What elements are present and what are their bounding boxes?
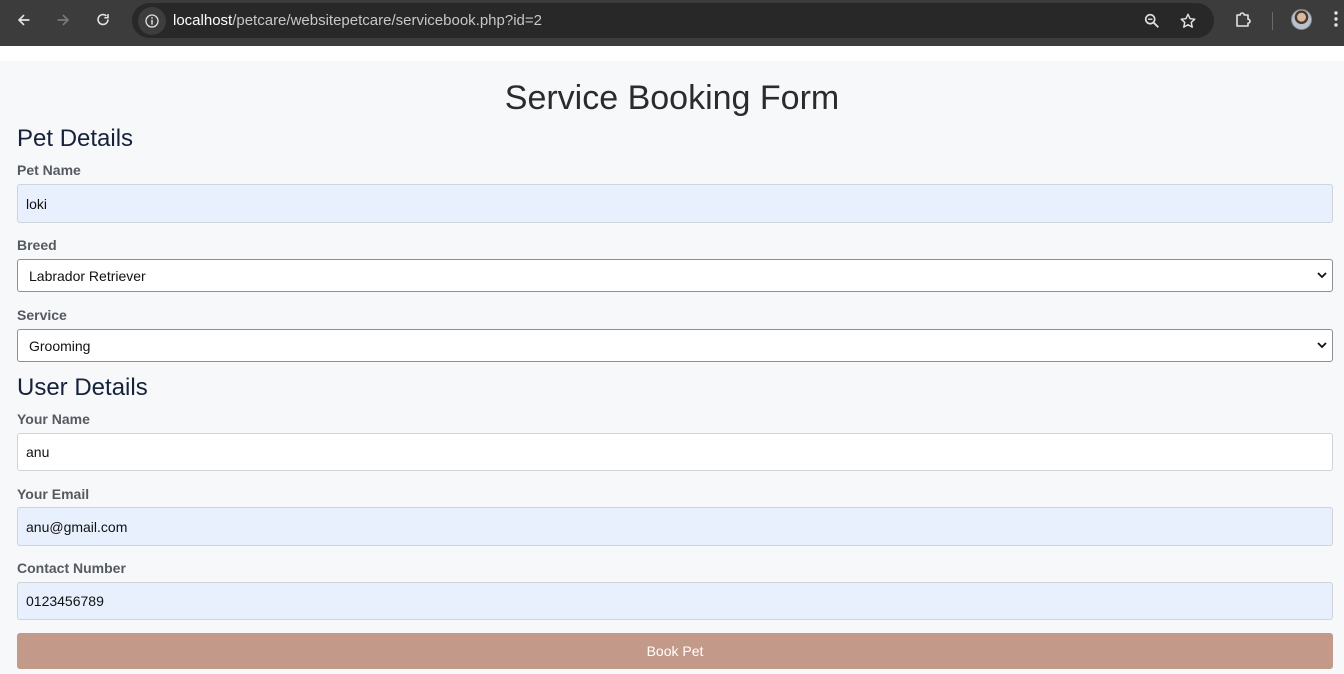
- profile-avatar[interactable]: [1291, 9, 1312, 30]
- breed-selected-value: Labrador Retriever: [29, 267, 146, 284]
- reload-button[interactable]: [88, 5, 118, 35]
- service-select[interactable]: Grooming: [17, 329, 1333, 362]
- site-info-icon: [145, 14, 159, 28]
- page-top-gap: [0, 46, 1344, 61]
- booking-page: Service Booking Form Pet Details Pet Nam…: [0, 61, 1344, 674]
- url-host: localhost: [173, 12, 233, 29]
- service-selected-value: Grooming: [29, 337, 91, 354]
- url-text[interactable]: localhost/petcare/websitepetcare/service…: [173, 12, 542, 29]
- forward-icon: [57, 14, 70, 26]
- pet-name-value: loki: [26, 195, 48, 212]
- chevron-down-icon: [1317, 272, 1327, 279]
- your-email-input[interactable]: anu@gmail.com: [17, 507, 1333, 546]
- chevron-down-icon: [1317, 342, 1327, 349]
- menu-icon: [1334, 11, 1338, 27]
- zoom-icon: [1144, 13, 1159, 28]
- url-path: /petcare/websitepetcare/servicebook.php?…: [232, 12, 542, 29]
- page-title: Service Booking Form: [504, 79, 840, 117]
- bookmark-star-icon: [1180, 13, 1196, 28]
- forward-button[interactable]: [48, 5, 78, 35]
- back-button[interactable]: [9, 5, 39, 35]
- your-name-value: anu: [26, 444, 50, 460]
- contact-number-value: 0123456789: [26, 593, 104, 609]
- extensions-button[interactable]: [1232, 8, 1254, 30]
- your-email-value: anu@gmail.com: [26, 518, 128, 535]
- your-name-label: Your Name: [17, 411, 90, 427]
- book-pet-button[interactable]: Book Pet: [17, 633, 1333, 669]
- menu-button[interactable]: [1330, 8, 1342, 30]
- back-icon: [17, 14, 30, 26]
- your-email-label: Your Email: [17, 486, 90, 502]
- breed-label: Breed: [17, 237, 57, 253]
- your-name-input[interactable]: anu: [17, 433, 1333, 471]
- zoom-button[interactable]: [1142, 11, 1162, 31]
- reload-icon: [97, 13, 109, 26]
- pet-name-label: Pet Name: [17, 162, 81, 178]
- service-label: Service: [17, 307, 67, 323]
- site-info-button[interactable]: [138, 7, 166, 35]
- pet-details-heading: Pet Details: [17, 125, 134, 152]
- extensions-icon: [1236, 12, 1251, 27]
- toolbar-divider: [1272, 12, 1273, 30]
- address-bar[interactable]: localhost/petcare/websitepetcare/service…: [132, 3, 1214, 38]
- breed-select[interactable]: Labrador Retriever: [17, 259, 1333, 292]
- browser-toolbar: localhost/petcare/websitepetcare/service…: [0, 0, 1344, 46]
- contact-number-input[interactable]: 0123456789: [17, 582, 1333, 620]
- bookmark-button[interactable]: [1178, 11, 1198, 31]
- contact-number-label: Contact Number: [17, 560, 126, 576]
- pet-name-input[interactable]: loki: [17, 184, 1333, 223]
- user-details-heading: User Details: [17, 374, 148, 401]
